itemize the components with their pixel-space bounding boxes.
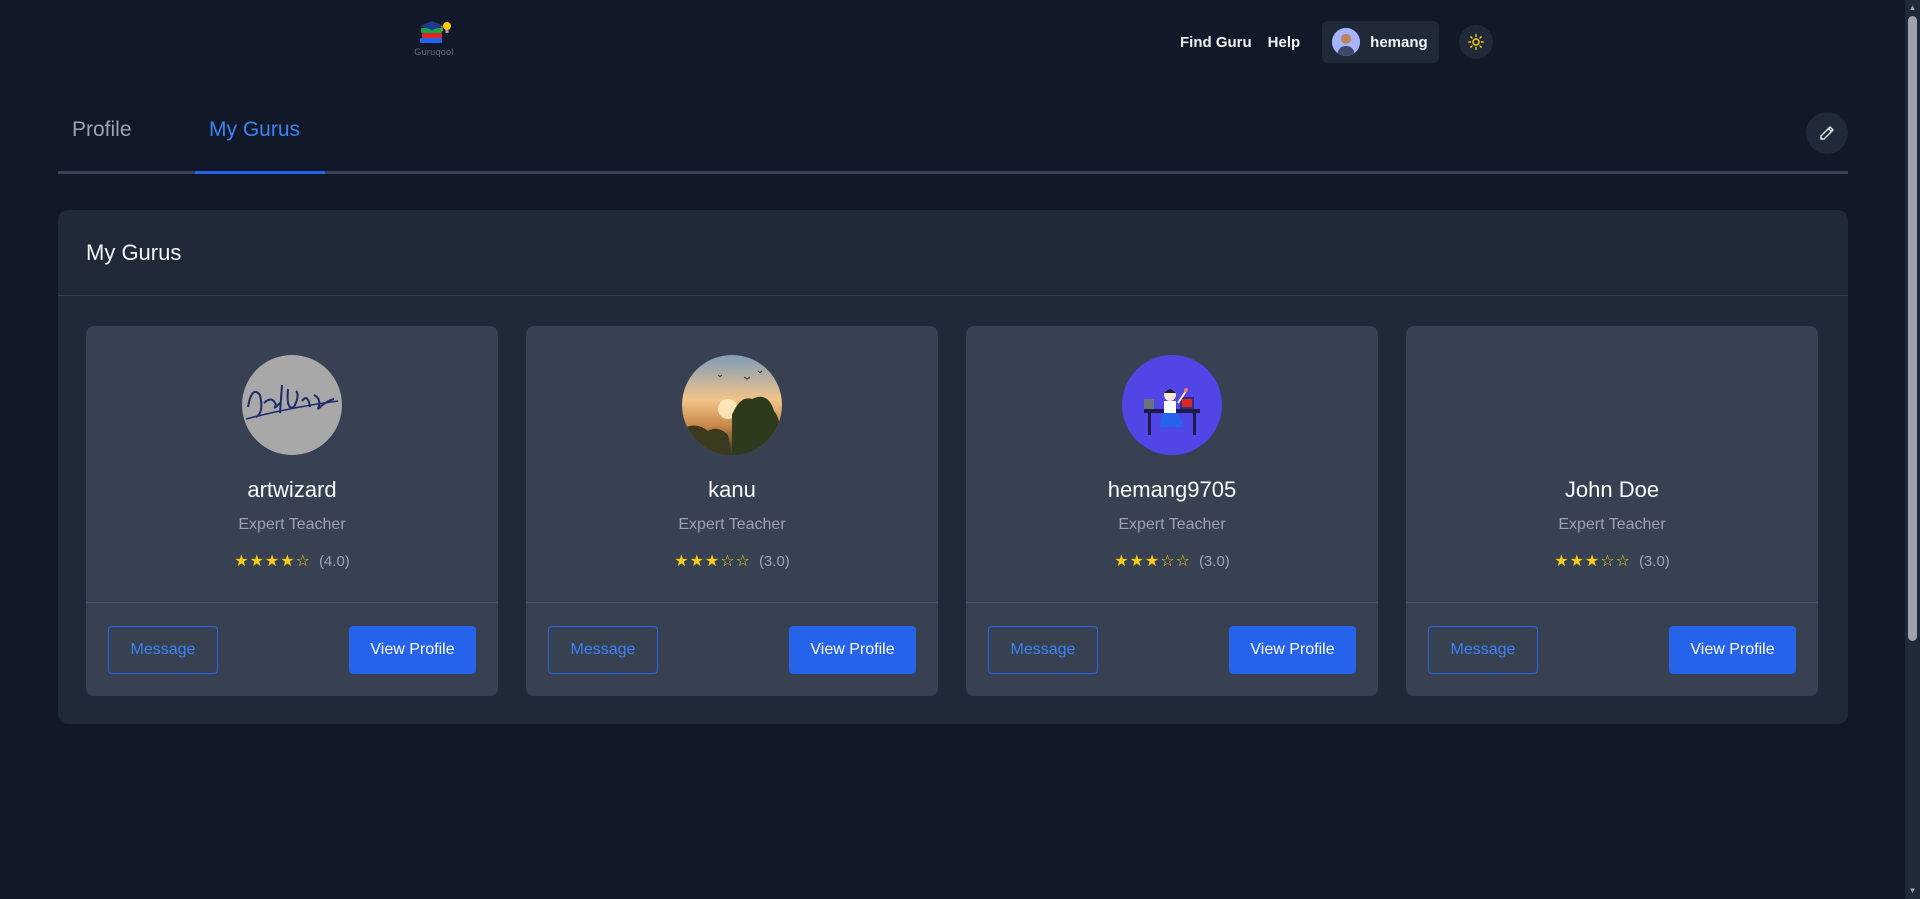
guru-rating: ★★★☆☆ (3.0)	[526, 551, 938, 571]
user-name: hemang	[1370, 33, 1428, 51]
scroll-thumb[interactable]	[1908, 16, 1917, 641]
guru-avatar	[1122, 355, 1222, 455]
guru-card: John Doe Expert Teacher ★★★☆☆ (3.0) Mess…	[1406, 326, 1818, 696]
card-divider	[86, 602, 498, 603]
view-profile-button[interactable]: View Profile	[1669, 626, 1796, 674]
card-divider	[966, 602, 1378, 603]
nav-help[interactable]: Help	[1268, 34, 1301, 51]
guru-name: John Doe	[1564, 477, 1660, 502]
my-gurus-panel: My Gurus artwizard Expert Teacher ★★★★☆ …	[58, 210, 1848, 724]
message-button[interactable]: Message	[1428, 626, 1538, 674]
message-button[interactable]: Message	[988, 626, 1098, 674]
user-avatar	[1332, 28, 1361, 56]
guru-name: hemang9705	[1107, 477, 1237, 502]
pencil-icon	[1820, 126, 1834, 140]
card-divider	[526, 602, 938, 603]
sun-icon	[1467, 34, 1484, 50]
scroll-up-icon[interactable]: ▲	[1908, 3, 1917, 13]
rating-value: (3.0)	[1638, 552, 1670, 570]
view-profile-button[interactable]: View Profile	[349, 626, 476, 674]
message-button[interactable]: Message	[108, 626, 218, 674]
rating-value: (3.0)	[758, 552, 790, 570]
guru-rating: ★★★★☆ (4.0)	[86, 551, 498, 571]
guru-avatar	[242, 355, 342, 455]
guru-rating: ★★★☆☆ (3.0)	[1406, 551, 1818, 571]
guru-avatar	[1562, 355, 1662, 455]
scroll-down-icon[interactable]: ▼	[1908, 886, 1917, 896]
logo[interactable]: Guruqool	[404, 18, 464, 62]
top-navbar: Guruqool Find Guru Help hemang	[0, 0, 1905, 84]
guru-card: hemang9705 Expert Teacher ★★★☆☆ (3.0) Me…	[966, 326, 1378, 696]
nav-find-guru[interactable]: Find Guru	[1180, 34, 1252, 51]
guru-name: kanu	[708, 477, 756, 502]
guru-role: Expert Teacher	[678, 516, 786, 533]
star-rating: ★★★☆☆	[1114, 553, 1191, 570]
tab-my-gurus[interactable]: My Gurus	[209, 118, 300, 142]
books-lightbulb-icon	[420, 21, 451, 43]
profile-tabs: Profile My Gurus	[58, 104, 1848, 174]
view-profile-button[interactable]: View Profile	[1229, 626, 1356, 674]
guru-card: kanu Expert Teacher ★★★☆☆ (3.0) Message …	[526, 326, 938, 696]
card-divider	[1406, 602, 1818, 603]
nav-links: Find Guru Help hemang	[1180, 21, 1493, 63]
star-rating: ★★★☆☆	[1554, 553, 1631, 570]
divider	[58, 295, 1848, 296]
guru-role: Expert Teacher	[238, 516, 346, 533]
logo-text: Guruqool	[414, 47, 454, 57]
guru-cards: artwizard Expert Teacher ★★★★☆ (4.0) Mes…	[86, 326, 1818, 696]
scrollbar[interactable]: ▲ ▼	[1905, 0, 1920, 899]
view-profile-button[interactable]: View Profile	[789, 626, 916, 674]
tab-profile[interactable]: Profile	[72, 118, 132, 142]
theme-toggle-button[interactable]	[1458, 25, 1493, 59]
guru-role: Expert Teacher	[1118, 516, 1226, 533]
guru-role: Expert Teacher	[1558, 516, 1666, 533]
rating-value: (3.0)	[1198, 552, 1230, 570]
panel-title: My Gurus	[86, 240, 182, 265]
guru-card: artwizard Expert Teacher ★★★★☆ (4.0) Mes…	[86, 326, 498, 696]
active-tab-indicator	[195, 171, 325, 174]
star-rating: ★★★☆☆	[674, 553, 751, 570]
rating-value: (4.0)	[318, 552, 350, 570]
guru-name: artwizard	[247, 477, 337, 502]
message-button[interactable]: Message	[548, 626, 658, 674]
edit-button[interactable]	[1806, 112, 1848, 154]
guru-avatar	[682, 355, 782, 455]
guru-rating: ★★★☆☆ (3.0)	[966, 551, 1378, 571]
user-menu-button[interactable]: hemang	[1322, 21, 1439, 63]
star-rating: ★★★★☆	[234, 553, 311, 570]
